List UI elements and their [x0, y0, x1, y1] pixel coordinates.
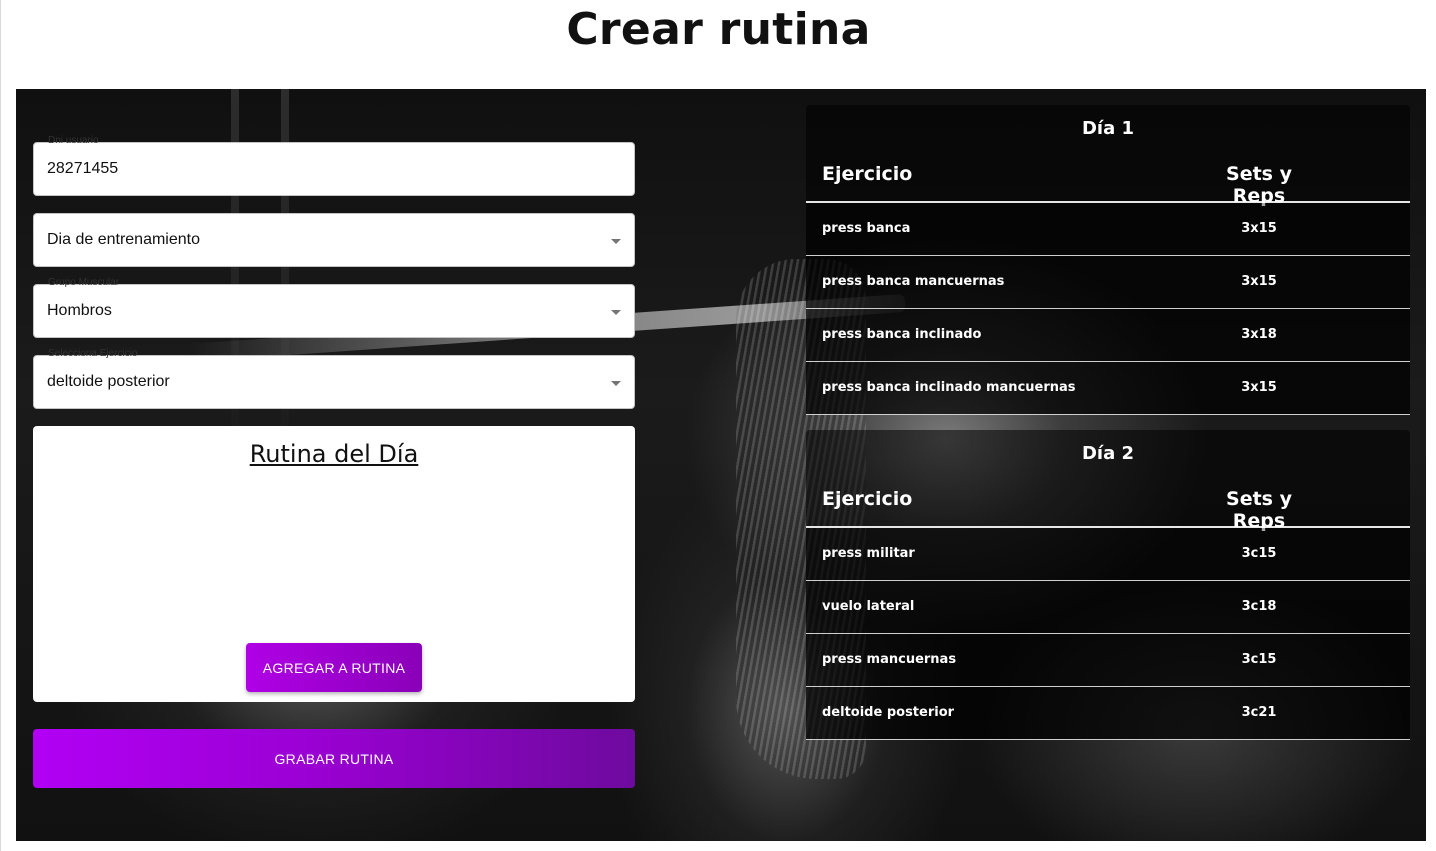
chevron-down-icon[interactable]	[611, 381, 621, 386]
sets-reps-column-header: Sets y Reps	[1226, 163, 1292, 207]
day-1-title: Día 1	[1081, 118, 1135, 139]
muscle-group-select-value[interactable]: Hombros	[47, 302, 112, 320]
table-row: press banca 3x15	[806, 203, 1410, 256]
sets-reps-cell: 3x15	[1241, 221, 1277, 236]
muscle-group-select[interactable]: Grupo Muscular Hombros	[33, 278, 635, 338]
sets-reps-cell: 3c21	[1241, 705, 1277, 720]
sets-reps-cell: 3c15	[1241, 652, 1277, 667]
page: Crear rutina Dni usuario 28271455 Dia de…	[0, 0, 1436, 851]
day-1-table: Día 1 Ejercicio Sets y Reps press banca …	[806, 105, 1410, 415]
exercise-column-header: Ejercicio	[822, 488, 913, 510]
routine-of-day-title: Rutina del Día	[249, 440, 419, 468]
save-routine-button[interactable]: GRABAR RUTINA	[33, 729, 635, 788]
exercise-cell: press mancuernas	[822, 652, 957, 667]
muscle-group-select-label: Grupo Muscular	[48, 277, 120, 288]
dni-field[interactable]: Dni usuario 28271455	[33, 136, 635, 196]
day-1-header-row: Ejercicio Sets y Reps	[806, 153, 1410, 207]
page-title: Crear rutina	[566, 4, 871, 55]
exercise-cell: vuelo lateral	[822, 599, 915, 614]
exercise-cell: deltoide posterior	[822, 705, 955, 720]
exercise-cell: press banca inclinado mancuernas	[822, 380, 1076, 395]
chevron-down-icon[interactable]	[611, 310, 621, 315]
exercise-column-header: Ejercicio	[822, 163, 913, 185]
exercise-select-label: Selecciona Ejercicio	[48, 348, 138, 359]
day-2-title: Día 2	[1081, 443, 1135, 464]
dni-field-value[interactable]: 28271455	[47, 160, 118, 178]
dni-field-label: Dni usuario	[48, 135, 99, 146]
exercise-cell: press militar	[822, 546, 915, 561]
day-2-header-row: Ejercicio Sets y Reps	[806, 478, 1410, 532]
exercise-select[interactable]: Selecciona Ejercicio deltoide posterior	[33, 349, 635, 409]
table-row: press militar 3c15	[806, 528, 1410, 581]
sets-reps-cell: 3x15	[1241, 380, 1277, 395]
table-row: press banca mancuernas 3x15	[806, 256, 1410, 309]
sets-reps-cell: 3x18	[1241, 327, 1277, 342]
training-day-select-value[interactable]: Dia de entrenamiento	[47, 231, 200, 249]
add-to-routine-button[interactable]: AGREGAR A RUTINA	[246, 643, 422, 692]
table-row: press banca inclinado 3x18	[806, 309, 1410, 362]
chevron-down-icon[interactable]	[611, 239, 621, 244]
routine-of-day-card: Rutina del Día AGREGAR A RUTINA	[33, 426, 635, 702]
sets-reps-cell: 3c15	[1241, 546, 1277, 561]
training-day-select[interactable]: Dia de entrenamiento	[33, 213, 635, 267]
exercise-cell: press banca	[822, 221, 911, 236]
exercise-select-value[interactable]: deltoide posterior	[47, 373, 170, 391]
day-2-table: Día 2 Ejercicio Sets y Reps press milita…	[806, 430, 1410, 740]
exercise-cell: press banca inclinado	[822, 327, 982, 342]
exercise-cell: press banca mancuernas	[822, 274, 1005, 289]
table-row: press banca inclinado mancuernas 3x15	[806, 362, 1410, 415]
sets-reps-cell: 3x15	[1241, 274, 1277, 289]
table-row: deltoide posterior 3c21	[806, 687, 1410, 740]
sets-reps-column-header: Sets y Reps	[1226, 488, 1292, 532]
sets-reps-cell: 3c18	[1241, 599, 1277, 614]
table-row: press mancuernas 3c15	[806, 634, 1410, 687]
table-row: vuelo lateral 3c18	[806, 581, 1410, 634]
